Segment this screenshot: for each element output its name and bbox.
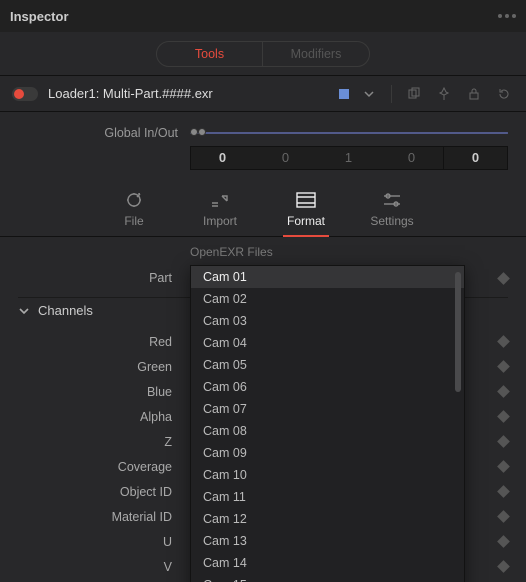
dropdown-scrollbar[interactable] — [455, 272, 461, 392]
tab-file-label: File — [124, 214, 143, 228]
part-option[interactable]: Cam 04 — [191, 332, 464, 354]
node-name[interactable]: Loader1: Multi-Part.####.exr — [48, 86, 329, 101]
section-tabs: File Import Format Settings — [0, 176, 526, 237]
chevron-down-icon — [18, 305, 30, 317]
channel-label: Coverage — [18, 460, 172, 474]
inspector-tabs: Tools Modifiers — [0, 32, 526, 76]
keyframe-diamond[interactable] — [497, 410, 510, 423]
panel-menu-icon[interactable] — [498, 14, 516, 18]
part-option[interactable]: Cam 10 — [191, 464, 464, 486]
pin-icon[interactable] — [434, 84, 454, 104]
channel-label: Material ID — [18, 510, 172, 524]
channels-title: Channels — [38, 303, 93, 318]
format-icon — [294, 190, 318, 210]
format-panel: OpenEXR Files Part Channels Red Green Blue… — [0, 237, 526, 582]
channel-label: Object ID — [18, 485, 172, 499]
range-slider[interactable] — [190, 131, 508, 135]
node-color-swatch[interactable] — [339, 89, 349, 99]
keyframe-diamond[interactable] — [497, 460, 510, 473]
keyframe-diamond[interactable] — [497, 535, 510, 548]
part-dropdown[interactable]: Cam 01Cam 02Cam 03Cam 04Cam 05Cam 06Cam … — [190, 265, 465, 582]
channel-label: Alpha — [18, 410, 172, 424]
range-value-1: 0 — [254, 146, 317, 170]
panel-header: Inspector — [0, 0, 526, 32]
range-value-3: 0 — [380, 146, 443, 170]
part-option[interactable]: Cam 09 — [191, 442, 464, 464]
keyframe-diamond[interactable] — [497, 360, 510, 373]
keyframe-diamond[interactable] — [497, 560, 510, 573]
tab-file[interactable]: File — [107, 190, 161, 228]
keyframe-diamond[interactable] — [497, 385, 510, 398]
part-option[interactable]: Cam 13 — [191, 530, 464, 552]
channel-label: Red — [18, 335, 172, 349]
range-knob-in[interactable] — [190, 128, 198, 136]
channel-label: V — [18, 560, 172, 574]
keyframe-diamond[interactable] — [497, 510, 510, 523]
versions-icon[interactable] — [404, 84, 424, 104]
keyframe-diamond[interactable] — [497, 335, 510, 348]
tab-import-label: Import — [203, 214, 237, 228]
tab-modifiers[interactable]: Modifiers — [263, 42, 369, 66]
node-bar: Loader1: Multi-Part.####.exr — [0, 76, 526, 112]
file-icon — [122, 190, 146, 210]
tab-import[interactable]: Import — [193, 190, 247, 228]
settings-icon — [380, 190, 404, 210]
global-in-out: Global In/Out 0 0 1 0 0 — [0, 112, 526, 176]
part-option[interactable]: Cam 08 — [191, 420, 464, 442]
tab-format-label: Format — [287, 214, 325, 228]
global-in-out-label: Global In/Out — [18, 126, 178, 140]
range-value-2: 1 — [317, 146, 380, 170]
part-option[interactable]: Cam 11 — [191, 486, 464, 508]
panel-title: Inspector — [10, 9, 69, 24]
part-option[interactable]: Cam 14 — [191, 552, 464, 574]
channel-label: Z — [18, 435, 172, 449]
channels-header[interactable]: Channels — [18, 303, 93, 318]
separator — [391, 85, 392, 103]
part-label: Part — [18, 271, 172, 285]
tab-tools[interactable]: Tools — [157, 42, 263, 66]
import-icon — [208, 190, 232, 210]
keyframe-diamond[interactable] — [497, 272, 510, 285]
channel-label: Blue — [18, 385, 172, 399]
tab-settings[interactable]: Settings — [365, 190, 419, 228]
section-label: OpenEXR Files — [190, 245, 273, 259]
range-value-end[interactable]: 0 — [443, 146, 508, 170]
part-option[interactable]: Cam 05 — [191, 354, 464, 376]
lock-icon[interactable] — [464, 84, 484, 104]
part-option[interactable]: Cam 12 — [191, 508, 464, 530]
keyframe-diamond[interactable] — [497, 485, 510, 498]
part-option[interactable]: Cam 02 — [191, 288, 464, 310]
part-option[interactable]: Cam 06 — [191, 376, 464, 398]
part-option[interactable]: Cam 07 — [191, 398, 464, 420]
chevron-down-icon[interactable] — [359, 84, 379, 104]
part-option[interactable]: Cam 15 — [191, 574, 464, 582]
channel-label: Green — [18, 360, 172, 374]
keyframe-diamond[interactable] — [497, 435, 510, 448]
tab-format[interactable]: Format — [279, 190, 333, 228]
tab-pill: Tools Modifiers — [156, 41, 370, 67]
range-value-start[interactable]: 0 — [190, 146, 254, 170]
channel-label: U — [18, 535, 172, 549]
tab-settings-label: Settings — [370, 214, 413, 228]
part-option[interactable]: Cam 03 — [191, 310, 464, 332]
part-option[interactable]: Cam 01 — [191, 266, 464, 288]
reset-icon[interactable] — [494, 84, 514, 104]
range-knob-out[interactable] — [198, 128, 206, 136]
enable-toggle[interactable] — [12, 87, 38, 101]
